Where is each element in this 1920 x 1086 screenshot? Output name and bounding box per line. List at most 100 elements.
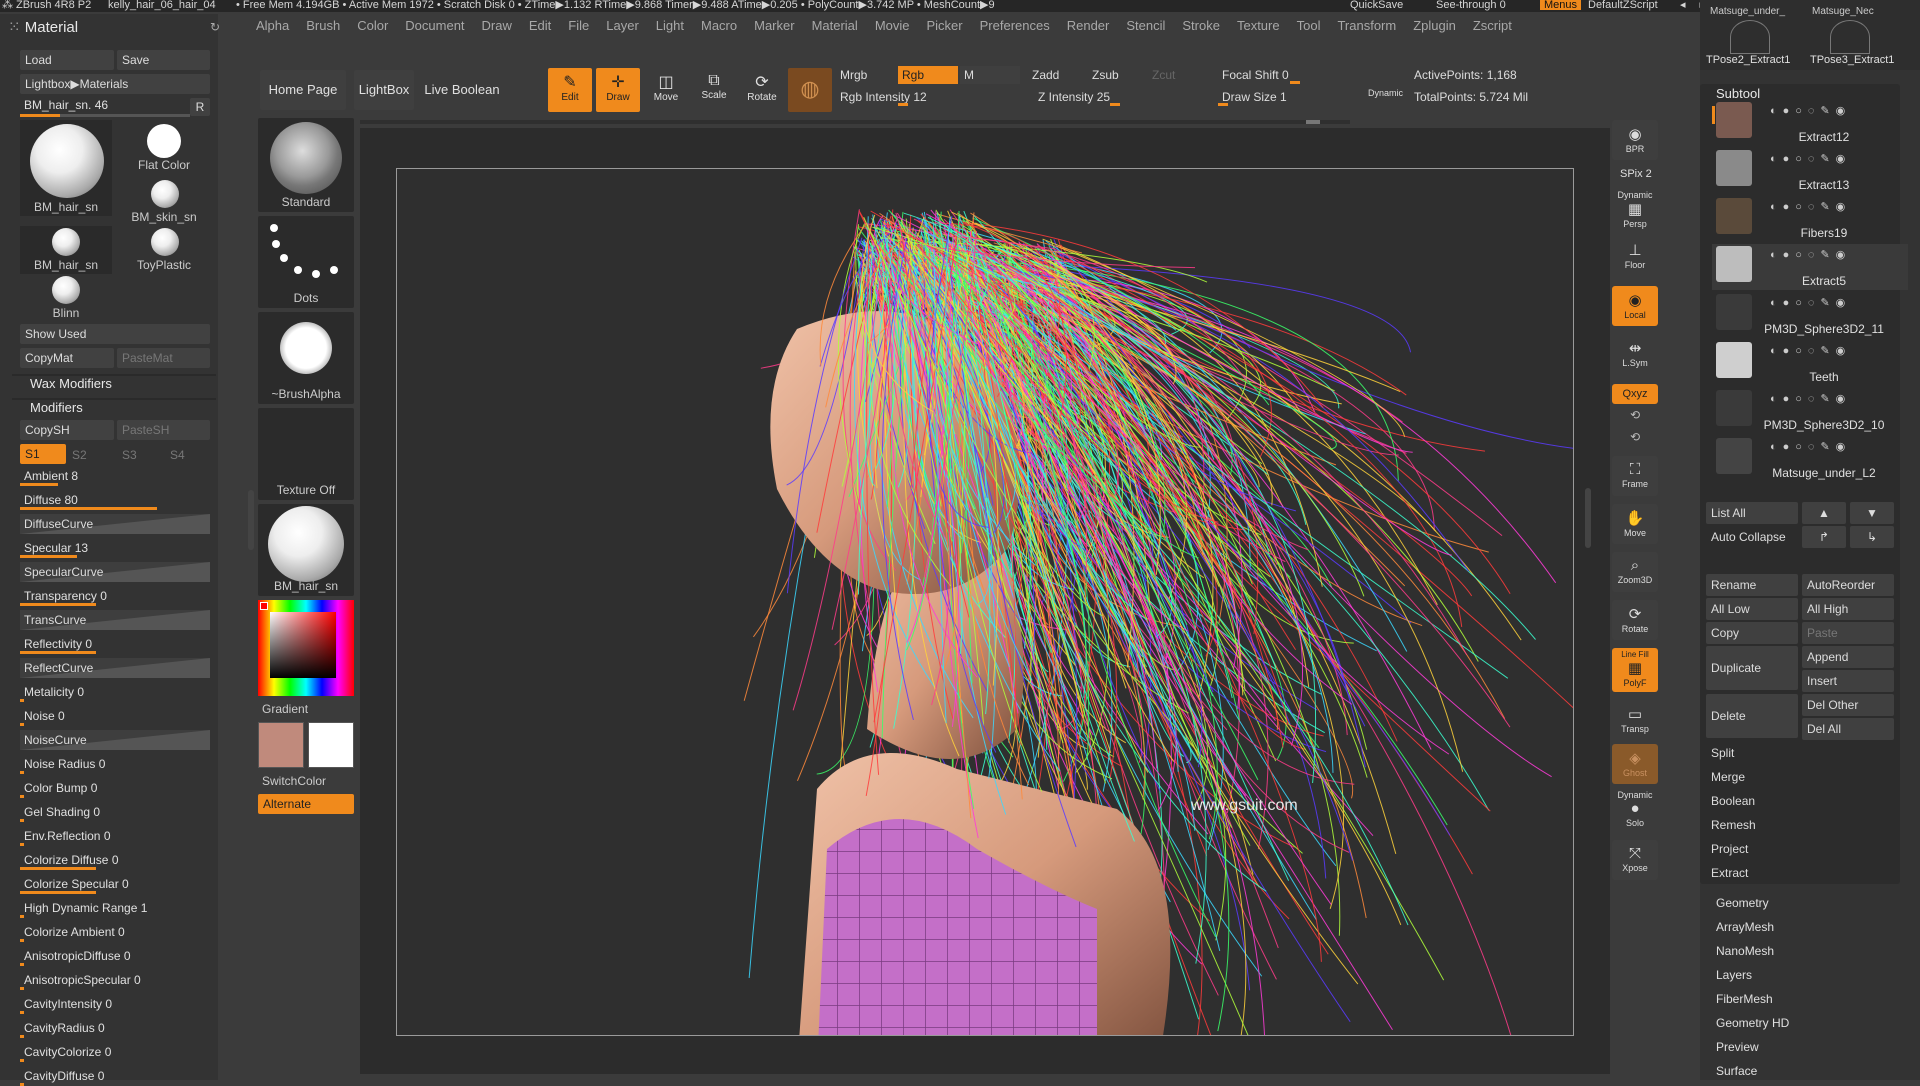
m-button[interactable]: M xyxy=(960,66,1020,84)
draw-button[interactable]: ✛ Draw xyxy=(596,68,640,112)
subtool-controls[interactable]: ◐●○◌✎◉ xyxy=(1770,104,1851,117)
subtool-controls[interactable]: ◐●○◌✎◉ xyxy=(1770,248,1851,261)
modifier-curve-row[interactable]: NoiseCurve xyxy=(20,730,210,750)
z-intensity-slider[interactable]: Z Intensity 25 xyxy=(1034,88,1204,106)
insert-button[interactable]: Insert xyxy=(1802,670,1894,692)
menu-edit[interactable]: Edit xyxy=(529,18,551,33)
texture-off-tile[interactable]: Texture Off xyxy=(258,408,354,500)
list-all-button[interactable]: List All xyxy=(1706,502,1798,524)
modifier-curve-row[interactable]: ReflectCurve xyxy=(20,658,210,678)
gradient-label[interactable]: Gradient xyxy=(262,702,308,716)
menu-preferences[interactable]: Preferences xyxy=(980,18,1050,33)
bpr-button[interactable]: ◉ BPR xyxy=(1612,120,1658,160)
move-button[interactable]: ◫ Move xyxy=(644,68,688,112)
subtool-item[interactable]: ◐●○◌✎◉ Extract12 xyxy=(1712,100,1908,146)
shader-s2-button[interactable]: S2 xyxy=(72,448,87,462)
subtool-item[interactable]: ◐●○◌✎◉ Fibers19 xyxy=(1712,196,1908,242)
menu-picker[interactable]: Picker xyxy=(927,18,963,33)
tool-section-header[interactable]: FiberMesh xyxy=(1716,992,1773,1006)
subtool-item[interactable]: ◐●○◌✎◉ PM3D_Sphere3D2_10 xyxy=(1712,388,1908,434)
shelf-scrollbar[interactable] xyxy=(360,120,1350,124)
modifier-slider-row[interactable]: CavityRadius 0 xyxy=(20,1018,210,1038)
dots-stroke-tile[interactable]: Dots xyxy=(258,216,354,308)
focal-shift-slider[interactable]: Focal Shift 0 xyxy=(1218,66,1368,84)
menu-render[interactable]: Render xyxy=(1067,18,1110,33)
color-picker[interactable] xyxy=(258,600,354,696)
tool-section-header[interactable]: NanoMesh xyxy=(1716,944,1774,958)
all-high-button[interactable]: All High xyxy=(1802,598,1894,620)
all-low-button[interactable]: All Low xyxy=(1706,598,1798,620)
floor-button[interactable]: ⊥ Floor xyxy=(1612,236,1658,272)
remesh-button[interactable]: Remesh xyxy=(1706,814,1894,836)
visibility-toggle-icon[interactable]: ◐●○◌✎◉ xyxy=(1770,153,1851,165)
move-view-button[interactable]: ✋ Move xyxy=(1612,504,1658,544)
shader-s3-button[interactable]: S3 xyxy=(122,448,137,462)
del-other-button[interactable]: Del Other xyxy=(1802,694,1894,716)
modifier-slider-row[interactable]: Noise Radius 0 xyxy=(20,754,210,774)
modifier-curve-row[interactable]: DiffuseCurve xyxy=(20,514,210,534)
visibility-toggle-icon[interactable]: ◐●○◌✎◉ xyxy=(1770,345,1851,357)
rename-button[interactable]: Rename xyxy=(1706,574,1798,596)
move-top-icon[interactable]: ↱ xyxy=(1802,526,1846,548)
lsym-button[interactable]: ⇹ L.Sym xyxy=(1612,334,1658,368)
menu-document[interactable]: Document xyxy=(405,18,464,33)
subtool-controls[interactable]: ◐●○◌✎◉ xyxy=(1770,344,1851,357)
zadd-button[interactable]: Zadd xyxy=(1028,66,1086,84)
rotate-view-button[interactable]: ⟳ Rotate xyxy=(1612,600,1658,640)
main-color-swatch[interactable] xyxy=(258,722,304,768)
material-slider[interactable] xyxy=(20,114,190,117)
tool-section-header[interactable]: Preview xyxy=(1716,1040,1759,1054)
menu-stroke[interactable]: Stroke xyxy=(1182,18,1220,33)
copymat-button[interactable]: CopyMat xyxy=(20,348,114,368)
left-tray-handle[interactable] xyxy=(248,490,254,550)
modifier-slider-row[interactable]: Noise 0 xyxy=(20,706,210,726)
xpose-button[interactable]: ⤧ Xpose xyxy=(1612,840,1658,880)
menu-texture[interactable]: Texture xyxy=(1237,18,1280,33)
menu-layer[interactable]: Layer xyxy=(606,18,639,33)
menu-file[interactable]: File xyxy=(568,18,589,33)
subtool-controls[interactable]: ◐●○◌✎◉ xyxy=(1770,296,1851,309)
draw-size-slider[interactable]: Draw Size 1 xyxy=(1218,88,1368,106)
modifier-slider-row[interactable]: CavityDiffuse 0 xyxy=(20,1066,210,1086)
menu-zplugin[interactable]: Zplugin xyxy=(1413,18,1456,33)
delete-button[interactable]: Delete xyxy=(1706,694,1798,738)
switch-color-button[interactable]: SwitchColor xyxy=(262,774,326,788)
wax-modifiers-header[interactable]: Wax Modifiers xyxy=(30,376,112,391)
swatch-blinn[interactable]: Blinn xyxy=(20,274,112,322)
standard-brush-tile[interactable]: Standard xyxy=(258,118,354,212)
modifier-slider-row[interactable]: Transparency 0 xyxy=(20,586,210,606)
load-button[interactable]: Load xyxy=(20,50,114,70)
modifiers-header[interactable]: Modifiers xyxy=(30,400,83,415)
local-button[interactable]: ◉ Local xyxy=(1612,286,1658,326)
panel-refresh-icon[interactable]: ↻ xyxy=(210,20,220,34)
modifier-curve-row[interactable]: SpecularCurve xyxy=(20,562,210,582)
r-button[interactable]: R xyxy=(190,98,210,116)
subtool-item[interactable]: ◐●○◌✎◉ PM3D_Sphere3D2_11 xyxy=(1712,292,1908,338)
visibility-toggle-icon[interactable]: ◐●○◌✎◉ xyxy=(1770,105,1851,117)
color-saturation-square[interactable] xyxy=(270,612,336,678)
see-through-slider[interactable]: See-through 0 xyxy=(1436,0,1506,11)
move-bottom-icon[interactable]: ↳ xyxy=(1850,526,1894,548)
boolean-button[interactable]: Boolean xyxy=(1706,790,1894,812)
visibility-toggle-icon[interactable]: ◐●○◌✎◉ xyxy=(1770,201,1851,213)
modifier-slider-row[interactable]: Colorize Diffuse 0 xyxy=(20,850,210,870)
modifier-slider-row[interactable]: Colorize Specular 0 xyxy=(20,874,210,894)
swatch-flat-color[interactable]: Flat Color xyxy=(118,120,210,176)
menu-alpha[interactable]: Alpha xyxy=(256,18,289,33)
menu-macro[interactable]: Macro xyxy=(701,18,737,33)
duplicate-button[interactable]: Duplicate xyxy=(1706,646,1798,690)
subtool-item[interactable]: ◐●○◌✎◉ Extract13 xyxy=(1712,148,1908,194)
menu-light[interactable]: Light xyxy=(656,18,684,33)
menu-brush[interactable]: Brush xyxy=(306,18,340,33)
tool-section-header[interactable]: ArrayMesh xyxy=(1716,920,1774,934)
edit-button[interactable]: ✎ Edit xyxy=(548,68,592,112)
modifier-slider-row[interactable]: Diffuse 80 xyxy=(20,490,210,510)
solo-button[interactable]: Dynamic ● Solo xyxy=(1612,790,1658,830)
menu-material[interactable]: Material xyxy=(812,18,858,33)
copysh-button[interactable]: CopySH xyxy=(20,420,114,440)
modifier-slider-row[interactable]: AnisotropicDiffuse 0 xyxy=(20,946,210,966)
modifier-slider-row[interactable]: AnisotropicSpecular 0 xyxy=(20,970,210,990)
default-zscript-button[interactable]: DefaultZScript xyxy=(1588,0,1658,11)
menu-transform[interactable]: Transform xyxy=(1337,18,1396,33)
modifier-slider-row[interactable]: Color Bump 0 xyxy=(20,778,210,798)
